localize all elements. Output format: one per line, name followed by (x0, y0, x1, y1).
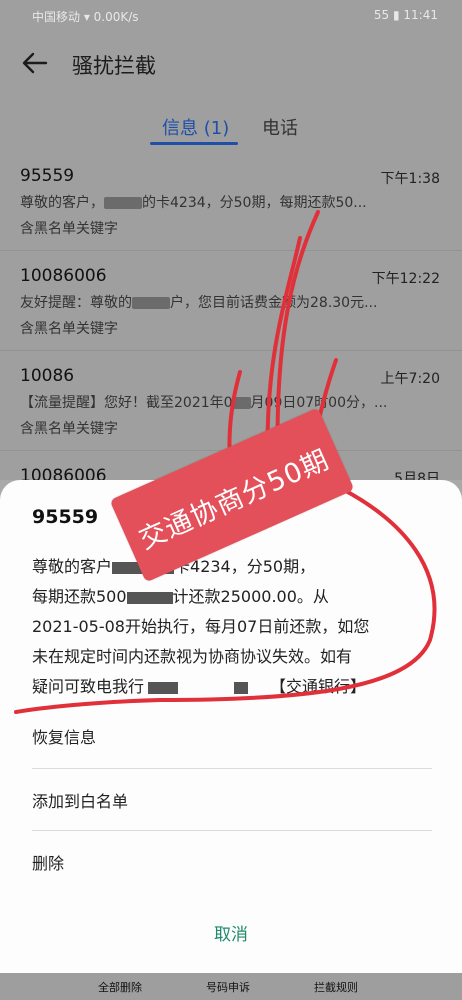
divider (32, 768, 432, 769)
status-left: 中国移动 ▾ 0.00K/s (32, 10, 139, 24)
message-detail-sheet: 95559 尊敬的客户 卡4234，分50期， 每期还款500 计还款25000.0… (0, 480, 462, 973)
snippet-part: 的卡4234，分50期，每期还款50... (142, 195, 367, 211)
blacklist-keyword-tag: 含黑名单关键字 (20, 221, 118, 237)
redaction-blur (148, 681, 179, 694)
back-arrow-icon[interactable] (20, 48, 50, 78)
delete-all-button[interactable]: 全部删除 (98, 979, 142, 995)
snippet-part: 户，您目前话费金额为28.30元... (170, 295, 378, 311)
redaction-blur (126, 591, 173, 604)
block-rules-button[interactable]: 拦截规则 (314, 979, 358, 995)
body-text: 每期还款500 (32, 587, 127, 606)
redaction-blur (104, 197, 142, 209)
list-item[interactable]: 10086 上午7:20 【流量提醒】您好！截至2021年0 月09日07时00分… (0, 352, 462, 451)
body-line: 2021-05-08开始执行，每月07日前还款，如您 (32, 617, 370, 636)
redaction-blur (132, 297, 170, 309)
message-sender: 10086 (20, 366, 75, 386)
body-line: 尊敬的客户 卡4234，分50期， (32, 552, 432, 582)
redaction-blur (232, 397, 251, 409)
add-to-whitelist-button[interactable]: 添加到白名单 (32, 770, 432, 830)
body-text: 尊敬的客户 (32, 557, 113, 576)
active-tab-indicator (150, 142, 238, 145)
bank-signature: 【交通银行】 (270, 677, 367, 696)
message-time: 下午1:38 (380, 171, 440, 187)
list-item[interactable]: 95559 下午1:38 尊敬的客户， 的卡4234，分50期，每期还款50...… (0, 152, 462, 251)
number-appeal-button[interactable]: 号码申诉 (206, 979, 250, 995)
snippet-part: 友好提醒：尊敬的 (20, 295, 132, 311)
delete-button[interactable]: 删除 (32, 832, 432, 892)
blacklist-keyword-tag: 含黑名单关键字 (20, 421, 118, 437)
snippet-part: 月09日07时00分，... (250, 395, 388, 411)
body-line: 每期还款500 计还款25000.00。从 (32, 582, 432, 612)
tab-bar: 信息 (1) 电话 (0, 110, 462, 150)
restore-label: 恢复信息 (32, 728, 97, 747)
whitelist-label: 添加到白名单 (32, 792, 129, 811)
sheet-sender: 95559 (32, 506, 99, 528)
message-snippet: 【流量提醒】您好！截至2021年0 月09日07时00分，... (20, 392, 440, 412)
body-text: 疑问可致电我行 (32, 677, 145, 696)
tab-messages[interactable]: 信息 (1) (162, 114, 229, 140)
tab-calls[interactable]: 电话 (262, 114, 298, 140)
body-line: 疑问可致电我行 【交通银行】 (32, 672, 432, 702)
app-bar: 骚扰拦截 (0, 38, 462, 94)
status-right: 55 ▮ 11:41 (373, 8, 438, 22)
blacklist-keyword-tag: 含黑名单关键字 (20, 321, 118, 337)
cancel-button[interactable]: 取消 (0, 920, 462, 945)
snippet-part: 【流量提醒】您好！截至2021年0 (20, 395, 233, 411)
redaction-blur (234, 681, 249, 694)
message-time: 下午12:22 (371, 271, 440, 287)
snippet-part: 尊敬的客户， (20, 195, 104, 211)
status-bar: 中国移动 ▾ 0.00K/s 55 ▮ 11:41 (0, 0, 462, 32)
body-text: 计还款25000.00。从 (172, 587, 329, 606)
message-body: 尊敬的客户 卡4234，分50期， 每期还款500 计还款25000.00。从 20… (32, 552, 432, 702)
message-sender: 10086006 (20, 266, 107, 286)
restore-message-button[interactable]: 恢复信息 (32, 706, 432, 766)
message-snippet: 友好提醒：尊敬的 户，您目前话费金额为28.30元... (20, 292, 440, 312)
bottom-action-bar: 全部删除 号码申诉 拦截规则 (0, 973, 462, 1000)
delete-label: 删除 (32, 854, 65, 873)
message-snippet: 尊敬的客户， 的卡4234，分50期，每期还款50... (20, 192, 440, 212)
page-title: 骚扰拦截 (72, 54, 156, 78)
divider (32, 830, 432, 831)
list-item[interactable]: 10086006 下午12:22 友好提醒：尊敬的 户，您目前话费金额为28.30… (0, 252, 462, 351)
message-sender: 95559 (20, 166, 75, 186)
message-time: 上午7:20 (380, 371, 440, 387)
screen: 中国移动 ▾ 0.00K/s 55 ▮ 11:41 骚扰拦截 信息 (1) 电话… (0, 0, 462, 1000)
body-line: 未在规定时间内还款视为协商协议失效。如有 (32, 647, 353, 666)
